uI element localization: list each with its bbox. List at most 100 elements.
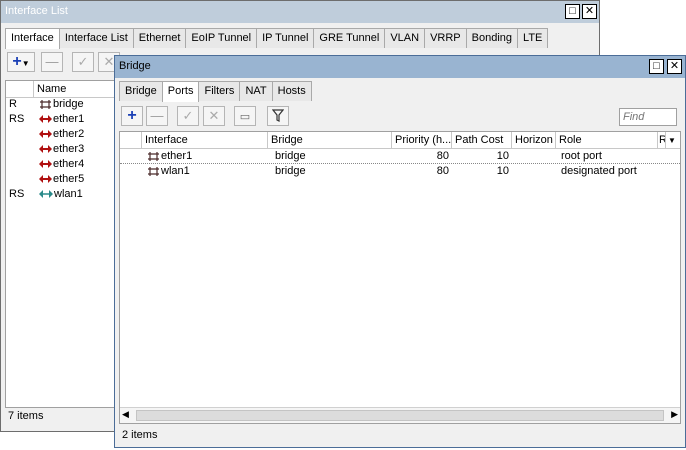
- tab-ports[interactable]: Ports: [161, 81, 200, 102]
- row-interface: ether1: [144, 149, 268, 164]
- tab-ip-tunnel[interactable]: IP Tunnel: [256, 28, 315, 48]
- minus-icon: —: [150, 108, 164, 123]
- row-name: bridge: [36, 97, 126, 112]
- column-menu-button[interactable]: ▼: [666, 132, 681, 149]
- role-column-header[interactable]: Role: [556, 132, 658, 149]
- enable-button[interactable]: ✓: [177, 106, 199, 126]
- row-interface: wlan1: [144, 164, 268, 179]
- interface-name: ether4: [53, 158, 85, 170]
- tab-ethernet[interactable]: Ethernet: [132, 28, 187, 48]
- remove-button[interactable]: —: [146, 106, 168, 126]
- add-dropdown-button[interactable]: +▼: [7, 52, 35, 72]
- row-name: wlan1: [36, 187, 126, 202]
- plus-icon: +: [127, 107, 137, 124]
- enable-button[interactable]: ✓: [72, 52, 94, 72]
- priority-column-header[interactable]: Priority (h...: [392, 132, 452, 149]
- row-name: ether2: [36, 127, 126, 142]
- tab-filters[interactable]: Filters: [198, 81, 241, 101]
- row-name: ether1: [36, 112, 126, 127]
- horizon-column-header[interactable]: Horizon: [512, 132, 556, 149]
- tab-interface[interactable]: Interface: [5, 28, 60, 49]
- tab-lte[interactable]: LTE: [517, 28, 549, 48]
- row-priority: 80: [436, 165, 449, 177]
- row-path-cost: 10: [496, 165, 509, 177]
- row-bridge: bridge: [275, 150, 306, 162]
- x-icon: ✕: [103, 54, 115, 69]
- truncated-column-header[interactable]: R: [658, 132, 666, 149]
- interface-name: bridge: [53, 98, 84, 110]
- row-flags: [6, 157, 34, 172]
- name-column-header[interactable]: Name: [34, 81, 124, 98]
- row-horizon: [512, 164, 556, 179]
- bridge-titlebar[interactable]: Bridge □ ✕: [115, 56, 685, 78]
- tab-gre-tunnel[interactable]: GRE Tunnel: [313, 28, 386, 48]
- close-button[interactable]: ✕: [582, 4, 597, 19]
- tab-hosts[interactable]: Hosts: [271, 81, 312, 101]
- interface-name: wlan1: [54, 188, 83, 200]
- tab-bridge[interactable]: Bridge: [119, 81, 163, 101]
- plus-icon: +: [12, 53, 22, 70]
- filter-button[interactable]: [267, 106, 289, 126]
- path-cost-column-header[interactable]: Path Cost: [452, 132, 512, 149]
- ethernet-icon: [39, 114, 52, 127]
- bridge-window: Bridge □ ✕ Bridge Ports Filters NAT Host…: [114, 55, 686, 448]
- horizontal-scrollbar[interactable]: ◀ ▶: [120, 407, 680, 423]
- tab-vlan[interactable]: VLAN: [384, 28, 426, 48]
- funnel-icon: [271, 108, 285, 123]
- interface-name: ether5: [53, 173, 85, 185]
- item-count: 2 items: [122, 429, 158, 441]
- scroll-right-arrow[interactable]: ▶: [671, 409, 678, 420]
- row-flags: [6, 127, 34, 142]
- bridge-tabs: Bridge Ports Filters NAT Hosts: [119, 81, 685, 102]
- table-row[interactable]: wlan1 bridge 80 10 designated port: [120, 164, 680, 179]
- disable-button[interactable]: ✕: [203, 106, 225, 126]
- ethernet-icon: [147, 152, 160, 164]
- row-flags: R: [9, 98, 17, 110]
- tab-eoip-tunnel[interactable]: EoIP Tunnel: [185, 28, 258, 48]
- row-flags: RS: [9, 188, 25, 200]
- row-flags: [6, 142, 34, 157]
- table-row[interactable]: ether1 bridge 80 10 root port: [120, 149, 680, 164]
- interface-name: ether1: [53, 113, 85, 125]
- bridge-toolbar: + — ✓ ✕ ▭: [115, 106, 685, 130]
- chevron-down-icon: ▼: [21, 59, 30, 68]
- interface-name: ether3: [53, 143, 85, 155]
- comment-icon: ▭: [239, 111, 251, 123]
- item-count: 7 items: [8, 410, 44, 422]
- flags-column-header[interactable]: [6, 81, 34, 98]
- ethernet-icon: [39, 129, 52, 142]
- maximize-button[interactable]: □: [565, 4, 580, 19]
- bridge-status-bar: 2 items: [122, 429, 685, 441]
- row-priority: 80: [436, 150, 449, 162]
- check-icon: ✓: [77, 54, 89, 69]
- ethernet-icon: [39, 144, 52, 157]
- interface-column-header[interactable]: Interface: [142, 132, 268, 149]
- maximize-button[interactable]: □: [649, 59, 664, 74]
- window-title: Bridge: [119, 60, 151, 72]
- select-column-header[interactable]: [120, 132, 142, 149]
- wireless-icon: [39, 189, 53, 202]
- scrollbar-thumb[interactable]: [136, 410, 664, 421]
- row-role: designated port: [561, 165, 637, 177]
- x-icon: ✕: [208, 108, 220, 123]
- remove-button[interactable]: —: [41, 52, 63, 72]
- row-name: ether4: [36, 157, 126, 172]
- interface-list-titlebar[interactable]: Interface List □ ✕: [1, 1, 599, 23]
- row-name: ether5: [36, 172, 126, 187]
- minus-icon: —: [45, 54, 59, 69]
- row-flags: RS: [9, 113, 25, 125]
- find-input[interactable]: [619, 108, 677, 126]
- add-button[interactable]: +: [121, 106, 143, 126]
- tab-vrrp[interactable]: VRRP: [424, 28, 467, 48]
- scroll-left-arrow[interactable]: ◀: [122, 409, 129, 420]
- row-name: ether3: [36, 142, 126, 157]
- tab-bonding[interactable]: Bonding: [465, 28, 519, 48]
- row-role: root port: [561, 150, 602, 162]
- close-button[interactable]: ✕: [667, 59, 682, 74]
- tab-interface-list[interactable]: Interface List: [58, 28, 134, 48]
- comment-button[interactable]: ▭: [234, 106, 256, 126]
- interface-name: ether1: [161, 150, 193, 162]
- row-bridge: bridge: [275, 165, 306, 177]
- bridge-column-header[interactable]: Bridge: [268, 132, 392, 149]
- tab-nat[interactable]: NAT: [239, 81, 273, 101]
